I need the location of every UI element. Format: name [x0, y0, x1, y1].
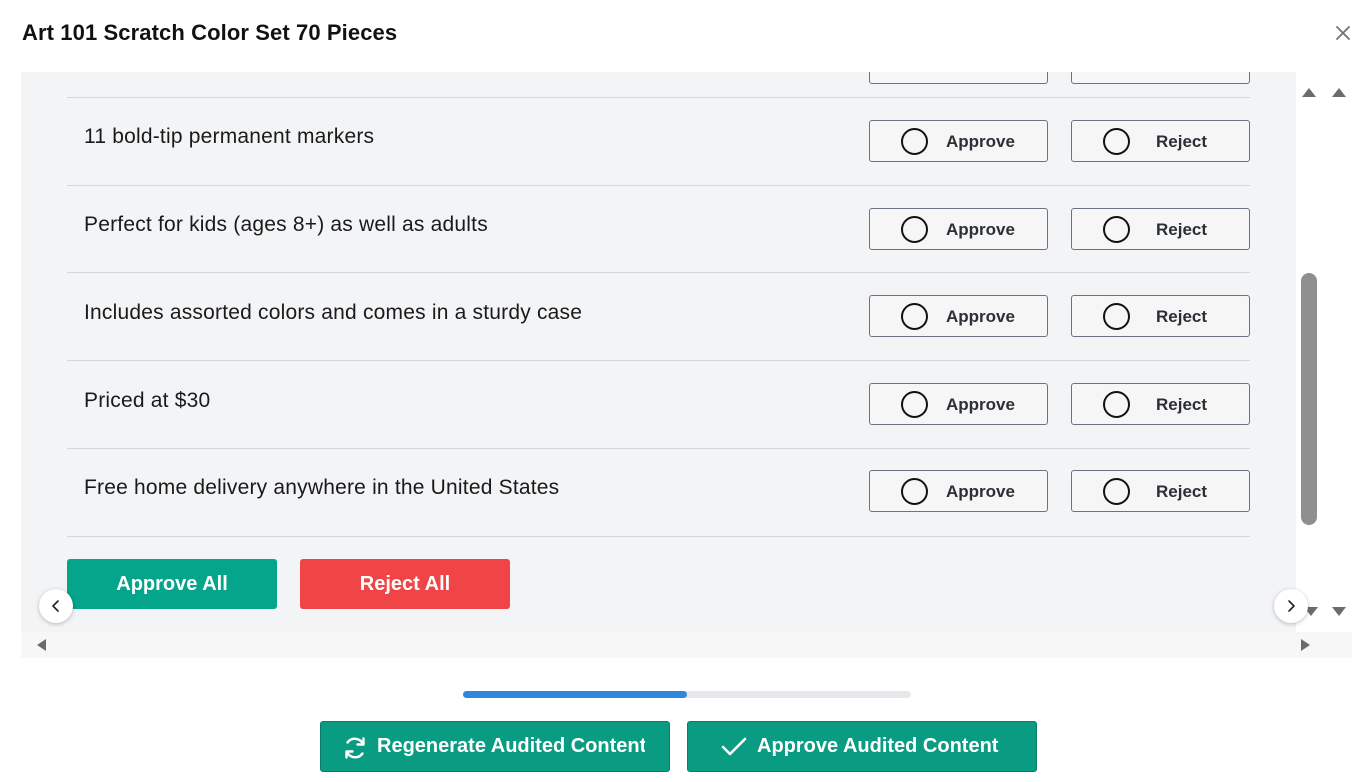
radio-circle-icon[interactable]: [901, 391, 928, 418]
audit-dialog: Art 101 Scratch Color Set 70 Pieces 11 b…: [0, 0, 1367, 782]
item-text: Perfect for kids (ages 8+) as well as ad…: [84, 213, 488, 236]
radio-circle-icon[interactable]: [1103, 478, 1130, 505]
outer-vertical-scrollbar[interactable]: [1326, 72, 1352, 632]
list-item: Free home delivery anywhere in the Unite…: [67, 449, 1250, 537]
radio-circle-icon[interactable]: [1103, 303, 1130, 330]
approve-label: Approve: [946, 307, 1015, 326]
scroll-left-arrow-icon[interactable]: [35, 638, 47, 652]
radio-circle-icon[interactable]: [901, 216, 928, 243]
scroll-up-arrow-icon[interactable]: [1301, 86, 1317, 98]
approve-label: Approve: [946, 132, 1015, 151]
approve-option[interactable]: Approve: [869, 383, 1048, 425]
outer-scroll-up-arrow-icon[interactable]: [1331, 86, 1347, 98]
list-item: 11 bold-tip permanent markers Approve Re…: [67, 98, 1250, 186]
reject-label: Reject: [1156, 395, 1208, 414]
list-item: [67, 72, 1250, 98]
list-item: Priced at $30 Approve Reject: [67, 361, 1250, 449]
reject-option[interactable]: Reject: [1071, 208, 1250, 250]
radio-circle-icon[interactable]: [1103, 216, 1130, 243]
radio-circle-icon[interactable]: [1103, 128, 1130, 155]
reject-option[interactable]: [1071, 72, 1250, 84]
approve-option[interactable]: Approve: [869, 120, 1048, 162]
scroll-right-arrow-icon[interactable]: [1300, 638, 1312, 652]
outer-scroll-down-arrow-icon[interactable]: [1331, 606, 1347, 618]
reject-label: Reject: [1156, 482, 1208, 501]
approve-label: Approve: [946, 395, 1015, 414]
item-text: 11 bold-tip permanent markers: [84, 125, 375, 148]
reject-option[interactable]: Reject: [1071, 295, 1250, 337]
item-text: Priced at $30: [84, 389, 211, 412]
reject-all-button[interactable]: Reject All: [300, 559, 510, 609]
check-icon: [721, 737, 747, 756]
chevron-left-icon: [52, 600, 59, 612]
approve-option[interactable]: Approve: [869, 470, 1048, 512]
approve-audited-content-button[interactable]: Approve Audited Content: [687, 721, 1037, 772]
audit-items-scroll-area[interactable]: 11 bold-tip permanent markers Approve Re…: [21, 72, 1296, 632]
approve-option[interactable]: Approve: [869, 208, 1048, 250]
list-item: Includes assorted colors and comes in a …: [67, 273, 1250, 361]
regenerate-label: Regenerate Audited Content: [377, 735, 645, 757]
reject-label: Reject: [1156, 220, 1208, 239]
reject-label: Reject: [1156, 307, 1208, 326]
approve-label: Approve: [946, 482, 1015, 501]
reject-option[interactable]: Reject: [1071, 120, 1250, 162]
progress-fill: [463, 691, 687, 698]
approve-all-button[interactable]: Approve All: [67, 559, 277, 609]
progress-bar: [463, 691, 911, 698]
scrollbar-thumb[interactable]: [1301, 273, 1317, 525]
dialog-title: Art 101 Scratch Color Set 70 Pieces: [22, 20, 398, 45]
close-icon[interactable]: [1333, 23, 1353, 43]
radio-circle-icon[interactable]: [1103, 391, 1130, 418]
reject-label: Reject: [1156, 132, 1208, 151]
next-button[interactable]: [1274, 589, 1308, 623]
approve-audited-label: Approve Audited Content: [757, 735, 999, 757]
radio-circle-icon[interactable]: [901, 303, 928, 330]
list-item: Perfect for kids (ages 8+) as well as ad…: [67, 186, 1250, 273]
approve-label: Approve: [946, 220, 1015, 239]
radio-circle-icon[interactable]: [901, 478, 928, 505]
reject-option[interactable]: Reject: [1071, 383, 1250, 425]
approve-option[interactable]: Approve: [869, 295, 1048, 337]
approve-option[interactable]: [869, 72, 1048, 84]
chevron-right-icon: [1288, 600, 1295, 612]
refresh-icon: [345, 737, 365, 759]
item-text: Includes assorted colors and comes in a …: [84, 301, 583, 324]
item-text: Free home delivery anywhere in the Unite…: [84, 476, 560, 499]
regenerate-audited-content-button[interactable]: Regenerate Audited Content: [320, 721, 670, 772]
reject-option[interactable]: Reject: [1071, 470, 1250, 512]
horizontal-scrollbar[interactable]: [21, 632, 1352, 658]
previous-button[interactable]: [39, 589, 73, 623]
radio-circle-icon[interactable]: [901, 128, 928, 155]
